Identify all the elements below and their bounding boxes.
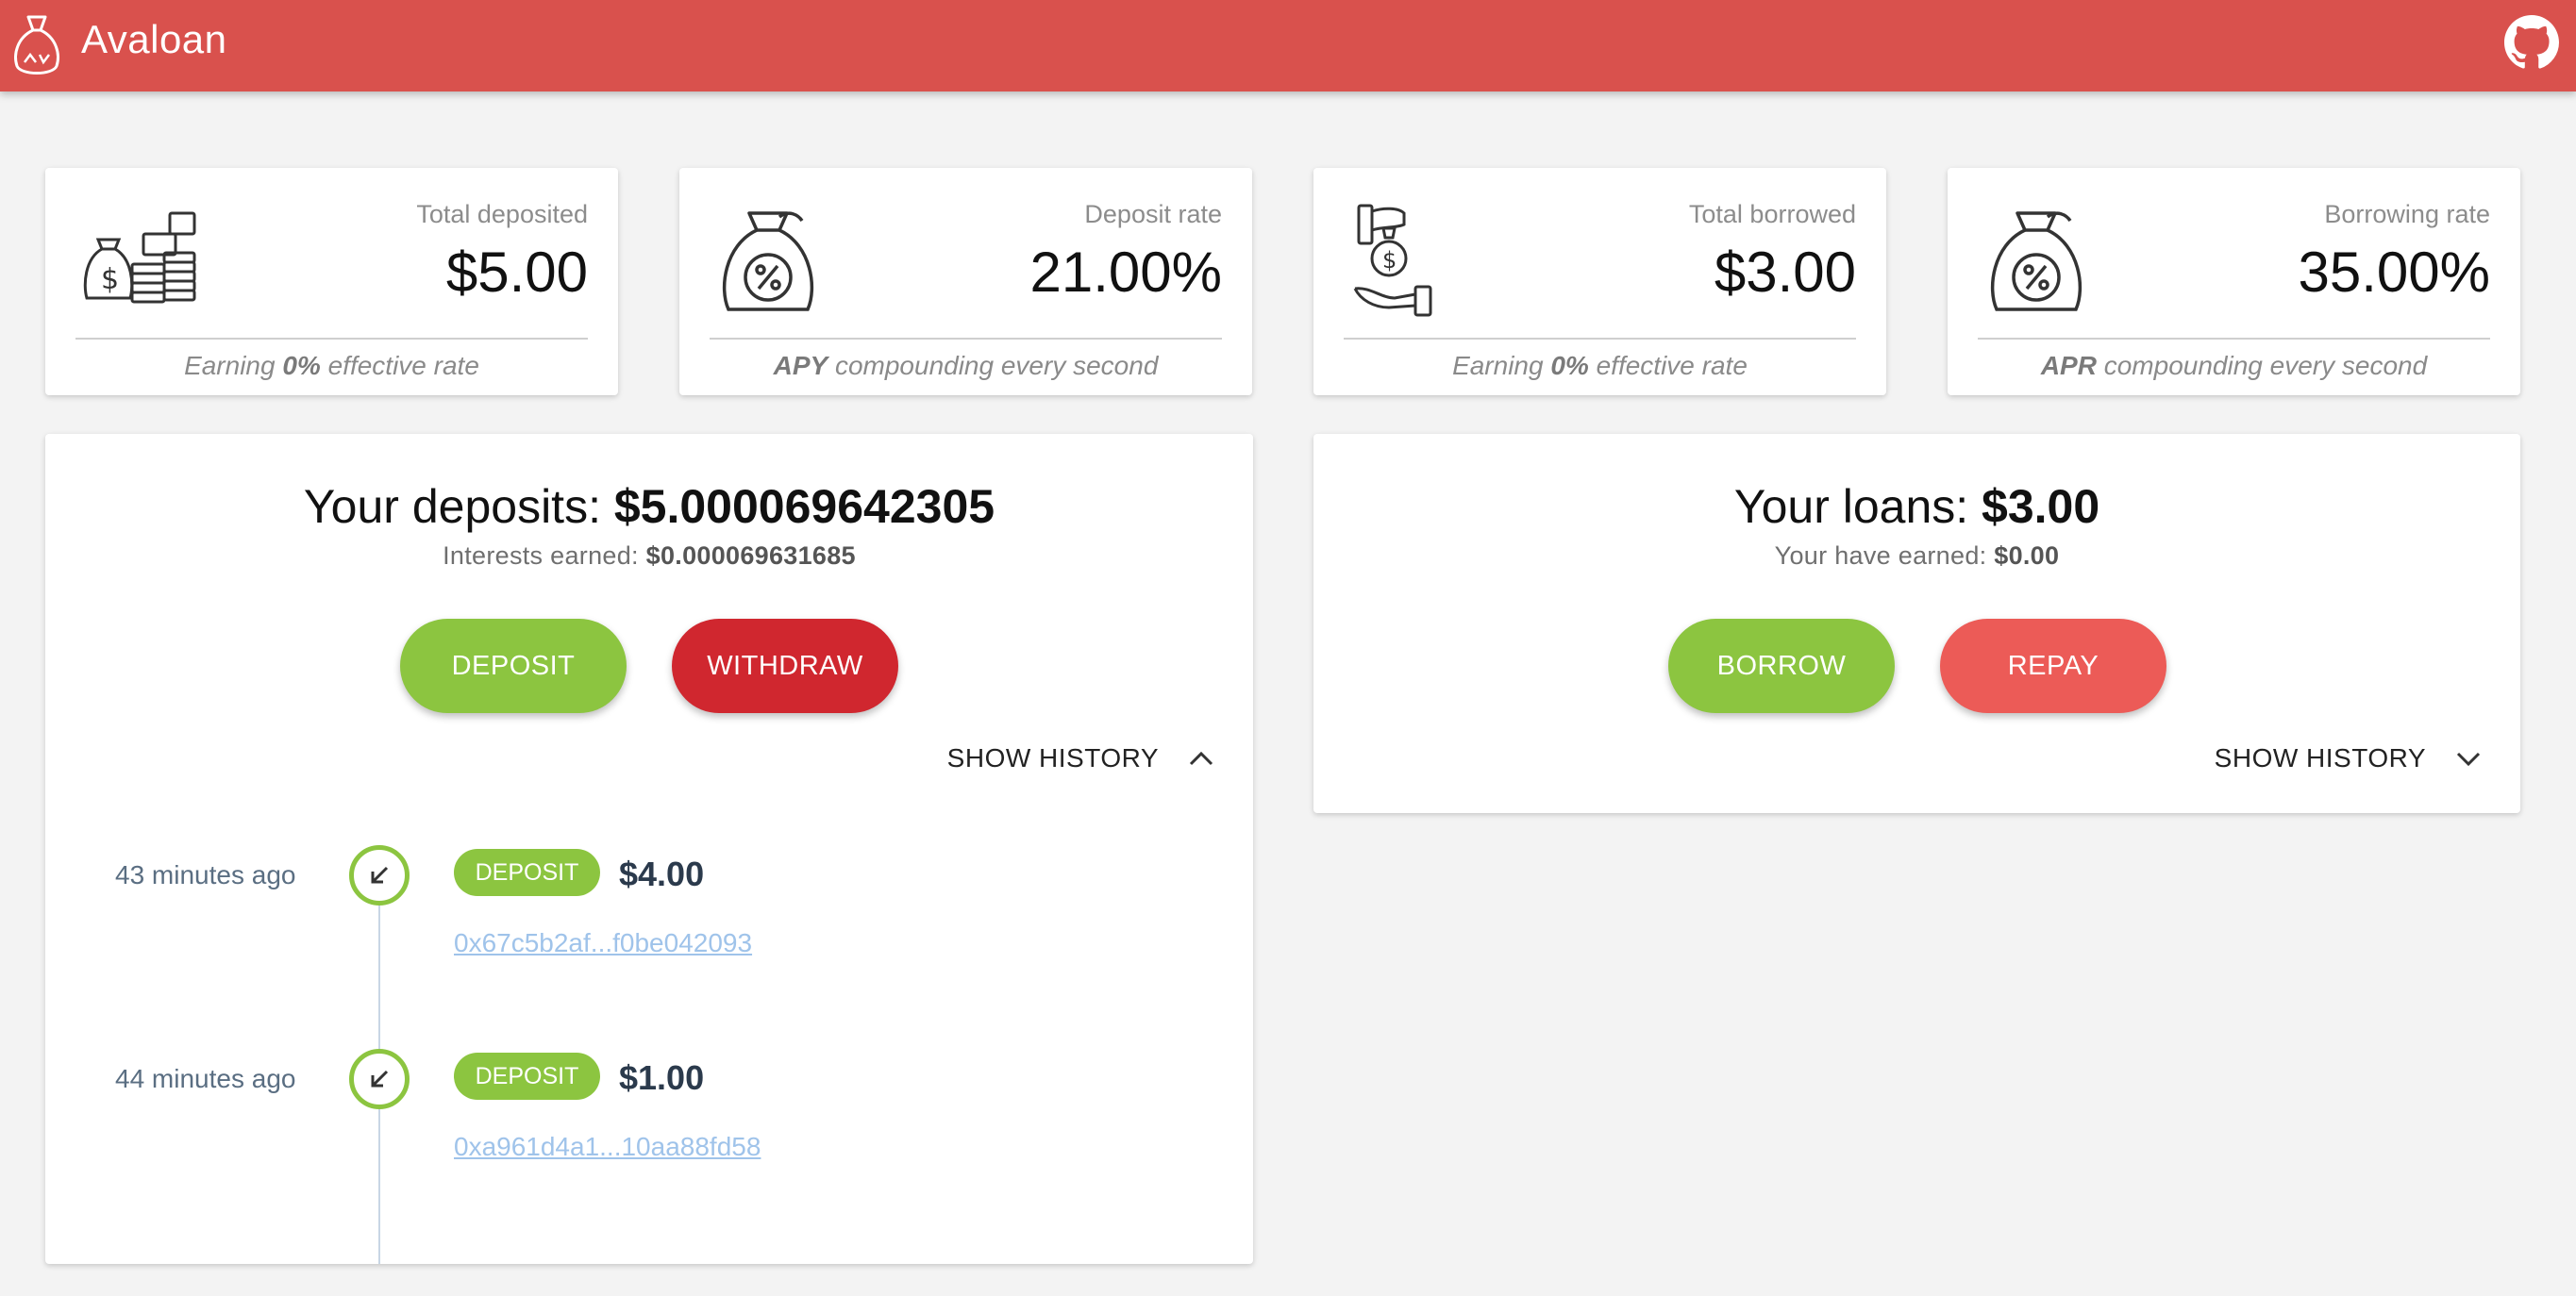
stat-value: 21.00% — [1029, 241, 1223, 304]
timeline-dot — [349, 1049, 410, 1109]
divider — [710, 338, 1222, 340]
stat-label: Deposit rate — [1084, 200, 1222, 228]
stat-footnote: Earning 0% effective rate — [1452, 351, 1748, 380]
loans-panel: Your loans: $3.00 Your have earned: $0.0… — [1313, 434, 2520, 813]
show-history-toggle[interactable]: SHOW HISTORY — [947, 743, 1215, 773]
stat-card-borrowing-rate: Borrowing rate 35.00% APR compounding ev… — [1948, 168, 2520, 395]
history-amount: $1.00 — [619, 1058, 705, 1097]
deposit-button[interactable]: Deposit — [400, 619, 627, 713]
loans-title: Your loans: $3.00 — [1733, 480, 2100, 533]
history-type-badge: Deposit — [454, 849, 600, 896]
stat-label: Total borrowed — [1688, 200, 1856, 228]
withdraw-button[interactable]: Withdraw — [672, 619, 898, 713]
stat-footnote: APY compounding every second — [773, 351, 1159, 380]
arrow-down-left-icon — [371, 1070, 389, 1088]
borrow-button[interactable]: Borrow — [1668, 619, 1895, 713]
stat-value: $5.00 — [445, 241, 588, 304]
history-entry: 44 minutes ago Deposit $1.00 0xa961d4a1.… — [45, 1049, 1253, 1200]
hand-money-icon: $ — [1353, 204, 1432, 317]
stat-card-total-deposited: $ Total deposited $5.00 Earning 0% effec… — [45, 168, 618, 395]
history-type-badge: Deposit — [454, 1053, 600, 1100]
loans-earned: Your have earned: $0.00 — [1774, 541, 2060, 570]
divider — [75, 338, 588, 340]
history-time: 43 minutes ago — [115, 860, 296, 889]
history-entry: 43 minutes ago Deposit $4.00 0x67c5b2af.… — [45, 845, 1253, 996]
stat-label: Total deposited — [416, 200, 588, 228]
svg-text:$: $ — [101, 263, 119, 296]
github-icon[interactable] — [2504, 15, 2559, 70]
money-coins-icon: $ — [83, 211, 196, 304]
deposits-title: Your deposits: $5.000069642305 — [303, 480, 995, 533]
arrow-down-left-icon — [371, 866, 389, 884]
stat-value: 35.00% — [2298, 241, 2491, 304]
interests-earned: Interests earned: $0.000069631685 — [443, 541, 856, 570]
money-bag-logo-icon[interactable] — [9, 9, 64, 79]
top-app-bar: Avaloan — [0, 0, 2576, 91]
show-history-label: SHOW HISTORY — [946, 743, 1159, 773]
transaction-hash-link[interactable]: 0x67c5b2af...f0be042093 — [454, 928, 752, 958]
percent-bag-icon — [722, 211, 814, 311]
stat-label: Borrowing rate — [2324, 200, 2490, 228]
chevron-up-icon — [1189, 751, 1213, 766]
deposits-panel: Your deposits: $5.000069642305 Interests… — [45, 434, 1253, 1264]
stat-footnote: Earning 0% effective rate — [184, 351, 479, 380]
timeline-dot — [349, 845, 410, 906]
history-amount: $4.00 — [619, 855, 705, 893]
transaction-hash-link[interactable]: 0xa961d4a1...10aa88fd58 — [454, 1132, 761, 1162]
divider — [1978, 338, 2490, 340]
stat-value: $3.00 — [1714, 241, 1856, 304]
divider — [1344, 338, 1856, 340]
show-history-label: SHOW HISTORY — [2214, 743, 2426, 773]
history-time: 44 minutes ago — [115, 1064, 296, 1093]
stat-card-deposit-rate: Deposit rate 21.00% APY compounding ever… — [679, 168, 1252, 395]
stat-footnote: APR compounding every second — [2040, 351, 2428, 380]
app-title[interactable]: Avaloan — [81, 17, 227, 62]
show-history-toggle[interactable]: SHOW HISTORY — [2215, 743, 2483, 773]
chevron-down-icon — [2456, 752, 2481, 767]
stat-card-total-borrowed: $ Total borrowed $3.00 Earning 0% effect… — [1313, 168, 1886, 395]
repay-button[interactable]: Repay — [1940, 619, 2166, 713]
percent-bag-icon — [1990, 211, 2083, 311]
svg-text:$: $ — [1382, 247, 1397, 274]
